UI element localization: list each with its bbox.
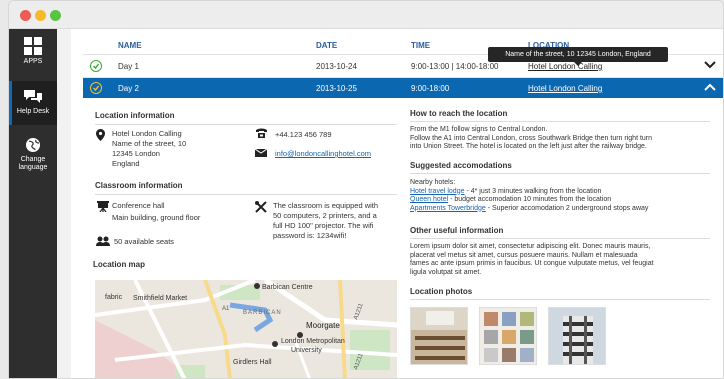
location-photo-classroom[interactable] xyxy=(410,307,468,365)
seats-count: 50 available seats xyxy=(114,237,175,246)
how-to-reach-title: How to reach the location xyxy=(410,109,508,118)
table-row-selected[interactable]: Day 2 2013-10-25 9:00-18:00 Hotel London… xyxy=(83,78,723,98)
section-divider xyxy=(410,238,710,239)
maximize-window-button[interactable] xyxy=(50,10,61,21)
envelope-icon xyxy=(255,149,267,157)
chevron-down-icon[interactable] xyxy=(704,61,716,69)
map-label-girdlers: Girdlers Hall xyxy=(233,359,272,366)
accommodations-title: Suggested accomodations xyxy=(410,161,512,170)
row-time: 9:00-13:00 | 14:00-18:00 xyxy=(411,62,499,71)
map-label-university: University xyxy=(291,347,322,354)
hotel-desc: - Superior accomodation 2 underground st… xyxy=(485,204,649,212)
globe-icon xyxy=(26,138,40,152)
check-circle-icon xyxy=(90,60,102,72)
row-location-link[interactable]: Hotel London Calling xyxy=(528,62,602,71)
column-header-date[interactable]: DATE xyxy=(316,41,337,50)
room-name: Conference hall xyxy=(112,201,165,210)
map-label-fabric: fabric xyxy=(105,294,123,301)
section-divider xyxy=(410,173,710,174)
row-time: 9:00-18:00 xyxy=(411,84,450,93)
map-label-barbican-centre: Barbican Centre xyxy=(262,284,313,291)
check-circle-icon xyxy=(90,82,102,94)
location-info-title: Location information xyxy=(95,111,175,120)
chevron-up-icon[interactable] xyxy=(704,83,716,91)
section-divider xyxy=(410,121,710,122)
address-line-1: Name of the street, 10 xyxy=(112,139,187,148)
hotel-list-item: Apartments Towerbridge - Superior accomo… xyxy=(410,205,648,214)
map-label-a1: A1 xyxy=(222,306,230,312)
hotel-link[interactable]: Queen hotel xyxy=(410,196,448,203)
column-header-name[interactable]: NAME xyxy=(118,41,142,50)
equipment-line-3: full HD 100" projector. The wifi xyxy=(273,221,374,230)
location-map-title: Location map xyxy=(93,260,146,269)
directions-line-3: into Union Street. The hotel is located … xyxy=(410,143,647,150)
map-pin-icon xyxy=(96,129,105,141)
section-divider xyxy=(95,194,397,195)
equipment-line-1: The classroom is equipped with xyxy=(273,201,379,210)
phone-number: +44.123 456 789 xyxy=(275,130,332,139)
directions-line-2: Follow the A1 into Central London, cross… xyxy=(410,134,653,142)
map-graphic: Barbican Centre Smithfield Market fabric… xyxy=(95,280,397,378)
address-line-3: England xyxy=(112,159,140,168)
location-photo-equipment[interactable] xyxy=(479,307,537,365)
sidebar-label-change-language: Change language xyxy=(18,156,48,171)
main-content: NAME DATE TIME LOCATION Name of the stre… xyxy=(57,29,723,378)
presentation-board-icon xyxy=(97,201,109,212)
room-location: Main building, ground floor xyxy=(112,213,201,222)
map-label-smithfield: Smithfield Market xyxy=(133,295,187,302)
map-label-barbican: BARBICAN xyxy=(243,310,282,316)
hotel-list-item: Hotel travel lodge - 4* just 3 minutes w… xyxy=(410,188,601,197)
row-location-link[interactable]: Hotel London Calling xyxy=(528,84,602,93)
section-divider xyxy=(410,299,710,300)
sidebar: APPS Help Desk Change language xyxy=(9,29,57,378)
other-info-line-2: placerat vel metus sit amet, cursus posu… xyxy=(410,251,638,259)
row-date: 2013-10-24 xyxy=(316,62,357,71)
email-link[interactable]: info@londoncallinghotel.com xyxy=(275,149,371,158)
close-window-button[interactable] xyxy=(20,10,31,21)
equipment-line-2: 50 computers, 2 printers, and a xyxy=(273,211,377,220)
row-name: Day 1 xyxy=(118,62,139,71)
course-panel: NAME DATE TIME LOCATION Name of the stre… xyxy=(83,29,723,378)
hotel-name: Hotel London Calling xyxy=(112,129,182,138)
hotel-desc: - 4* just 3 minutes walking from the loc… xyxy=(464,187,602,195)
directions-line-1: From the M1 follow signs to Central Lond… xyxy=(410,126,548,133)
location-photos-title: Location photos xyxy=(410,287,473,296)
row-date: 2013-10-25 xyxy=(316,84,357,93)
browser-window: APPS Help Desk Change language NAME DATE… xyxy=(8,0,724,379)
other-info-title: Other useful information xyxy=(410,226,504,235)
hotel-list-item: Queen hotel - budget accomodation 10 min… xyxy=(410,196,611,205)
section-divider xyxy=(95,124,397,125)
map-label-moorgate: Moorgate xyxy=(306,321,340,330)
users-icon xyxy=(96,236,110,246)
window-titlebar xyxy=(9,1,723,29)
classroom-info-title: Classroom information xyxy=(95,181,183,190)
chat-bubbles-icon xyxy=(24,90,42,103)
other-info-line-1: Lorem ipsum dolor sit amet, consectetur … xyxy=(410,243,651,250)
sidebar-label-help-desk: Help Desk xyxy=(16,108,50,115)
map-label-london-met: London Metropolitan xyxy=(281,338,345,345)
minimize-window-button[interactable] xyxy=(35,10,46,21)
hotel-link[interactable]: Apartments Towerbridge xyxy=(410,205,486,212)
hotel-desc: - budget accomodation 10 minutes from th… xyxy=(448,196,612,203)
sidebar-item-apps[interactable]: APPS xyxy=(9,37,57,71)
other-info-line-3: fames ac ante ipsum primis in faucibus. … xyxy=(410,260,654,267)
address-line-2: 12345 London xyxy=(112,149,160,158)
equipment-line-4: password is: 1234wifi! xyxy=(273,231,347,240)
location-tooltip: Name of the street, 10 12345 London, Eng… xyxy=(488,47,668,66)
sidebar-item-help-desk[interactable]: Help Desk xyxy=(9,81,57,125)
location-map[interactable]: Barbican Centre Smithfield Market fabric… xyxy=(95,280,397,378)
hotel-link[interactable]: Hotel travel lodge xyxy=(410,188,464,195)
location-photo-building[interactable] xyxy=(548,307,606,365)
phone-icon xyxy=(256,128,267,138)
tools-icon xyxy=(255,201,267,213)
sidebar-label-apps: APPS xyxy=(23,58,43,65)
other-info-line-4: ligula volutpat sit amet. xyxy=(410,268,482,276)
apps-grid-icon xyxy=(24,37,42,55)
column-header-time[interactable]: TIME xyxy=(411,41,430,50)
nearby-hotels-intro: Nearby hotels: xyxy=(410,179,456,186)
row-name: Day 2 xyxy=(118,84,139,93)
sidebar-item-change-language[interactable]: Change language xyxy=(9,137,57,177)
